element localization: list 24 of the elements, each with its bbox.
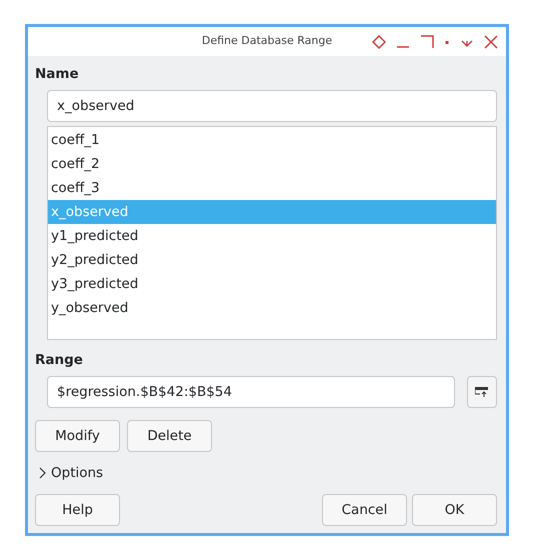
list-item[interactable]: y_observed bbox=[48, 296, 496, 320]
chevron-icon bbox=[39, 467, 47, 479]
name-label: Name bbox=[35, 65, 80, 84]
options-expander[interactable]: Options bbox=[39, 463, 104, 483]
list-item[interactable]: coeff_1 bbox=[48, 128, 496, 152]
range-label: Range bbox=[35, 351, 84, 370]
list-item[interactable]: y1_predicted bbox=[48, 224, 496, 248]
list-item[interactable]: coeff_3 bbox=[48, 176, 496, 200]
diamond-icon[interactable] bbox=[372, 34, 386, 48]
action-button[interactable]: Modify bbox=[35, 420, 120, 452]
maximize-icon[interactable] bbox=[420, 34, 434, 48]
range-field[interactable]: $regression.$B$42:$B$54 bbox=[47, 376, 455, 408]
list-item[interactable]: y3_predicted bbox=[48, 272, 496, 296]
window-title: Define Database Range bbox=[202, 34, 332, 47]
action-button[interactable]: Delete bbox=[127, 420, 212, 452]
dialog-button[interactable]: Cancel bbox=[322, 494, 407, 526]
shrink-button[interactable] bbox=[467, 376, 497, 408]
list-item[interactable]: y2_predicted bbox=[48, 248, 496, 272]
shrink-icon bbox=[475, 386, 489, 398]
name-field[interactable]: x_observed bbox=[47, 90, 497, 122]
dialog-button[interactable]: OK bbox=[412, 494, 497, 526]
close-icon[interactable] bbox=[484, 34, 498, 48]
list-item[interactable]: coeff_2 bbox=[48, 152, 496, 176]
help-button[interactable]: Help bbox=[35, 494, 120, 526]
